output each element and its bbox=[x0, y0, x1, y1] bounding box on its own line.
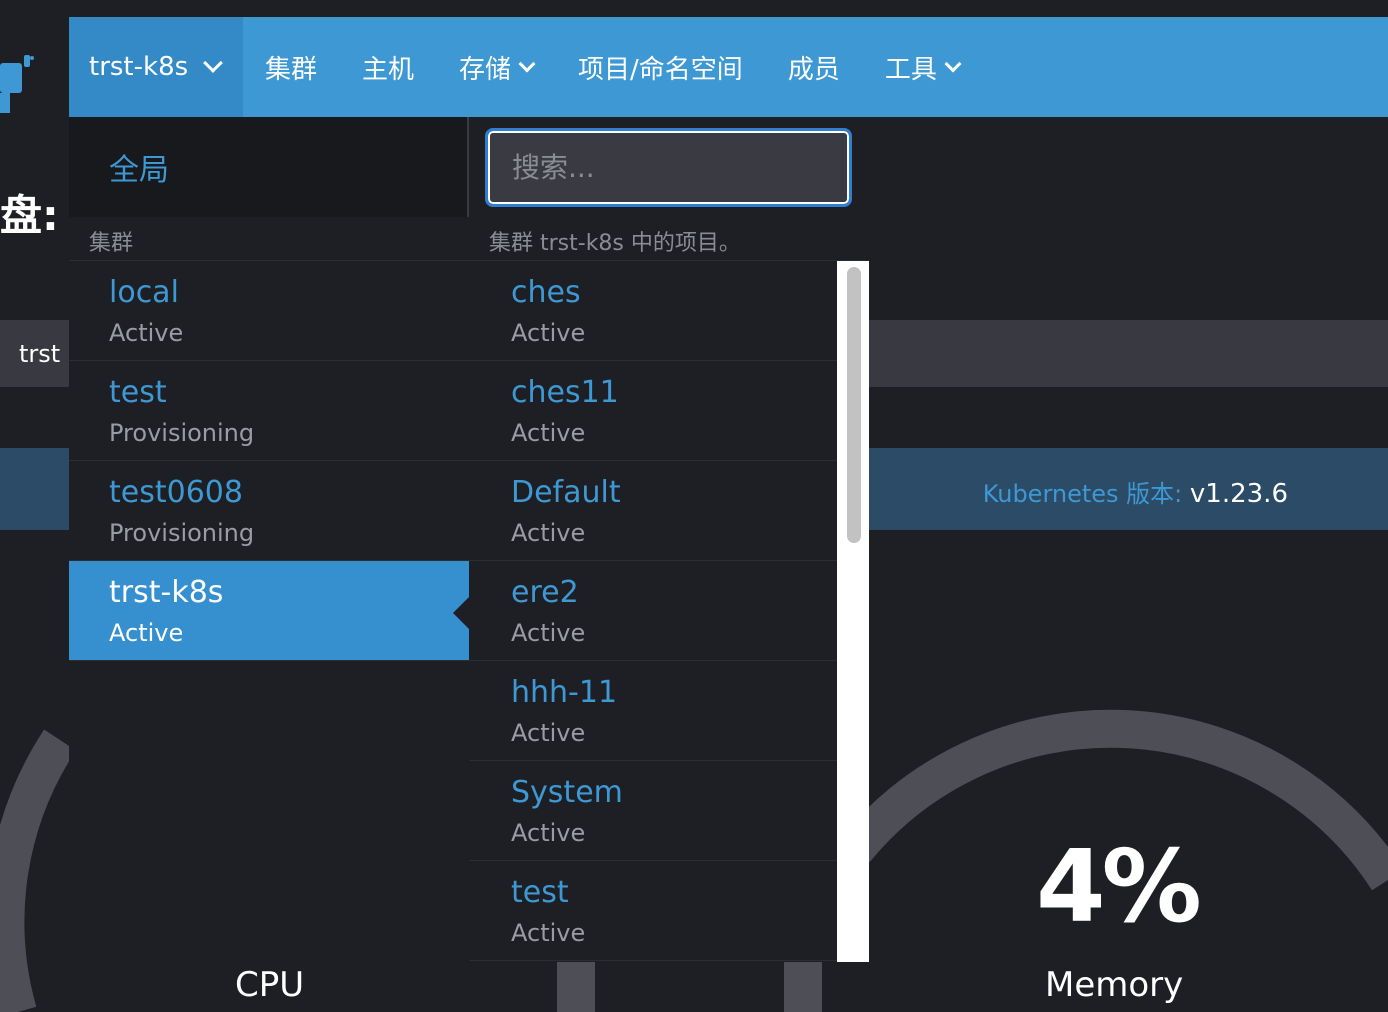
cpu-gauge-arc bbox=[0, 729, 76, 1012]
project-state: Active bbox=[511, 519, 586, 547]
project-item-3[interactable]: ere2 Active bbox=[469, 561, 837, 661]
project-name: ches11 bbox=[511, 375, 619, 410]
scrollbar-thumb[interactable] bbox=[847, 267, 861, 543]
cluster-name: test0608 bbox=[109, 475, 243, 510]
project-name: test bbox=[511, 875, 569, 910]
cpu-label: CPU bbox=[235, 965, 305, 1005]
cluster-state: Provisioning bbox=[109, 419, 255, 447]
cluster-item-3[interactable]: trst-k8s Active bbox=[69, 561, 469, 661]
dropdown-subheader: 集群 集群 trst-k8s 中的项目。 bbox=[69, 217, 869, 261]
cluster-item-2[interactable]: test0608 Provisioning bbox=[69, 461, 469, 561]
project-list: ches Active ches11 Active Default Active ere2 A… bbox=[469, 261, 837, 962]
project-item-1[interactable]: ches11 Active bbox=[469, 361, 837, 461]
project-state: Active bbox=[511, 719, 586, 747]
project-name: System bbox=[511, 775, 623, 810]
project-state: Active bbox=[511, 919, 586, 947]
project-state: Active bbox=[511, 819, 586, 847]
clusters-header: 集群 bbox=[89, 231, 134, 256]
cluster-state: Provisioning bbox=[109, 519, 255, 547]
project-list-scrollbar[interactable] bbox=[837, 261, 869, 962]
cluster-name: trst-k8s bbox=[109, 575, 224, 610]
project-state: Active bbox=[511, 319, 586, 347]
project-state: Active bbox=[511, 419, 586, 447]
project-item-4[interactable]: hhh-11 Active bbox=[469, 661, 837, 761]
cluster-name: test bbox=[109, 375, 167, 410]
project-item-5[interactable]: System Active bbox=[469, 761, 837, 861]
cluster-item-1[interactable]: test Provisioning bbox=[69, 361, 469, 461]
project-item-2[interactable]: Default Active bbox=[469, 461, 837, 561]
cluster-name: local bbox=[109, 275, 179, 310]
cluster-project-dropdown: 全局 集群 集群 trst-k8s 中的项目。 local Active test P… bbox=[69, 117, 869, 962]
project-name: ere2 bbox=[511, 575, 579, 610]
cluster-list: local Active test Provisioning test0608 Provi… bbox=[69, 261, 469, 661]
memory-percent: 4% bbox=[1036, 828, 1202, 945]
cluster-state: Active bbox=[109, 619, 184, 647]
project-state: Active bbox=[511, 619, 586, 647]
project-name: Default bbox=[511, 475, 621, 510]
search-container bbox=[469, 117, 869, 217]
project-name: hhh-11 bbox=[511, 675, 618, 710]
global-link[interactable]: 全局 bbox=[69, 117, 467, 217]
cluster-state: Active bbox=[109, 319, 184, 347]
project-item-0[interactable]: ches Active bbox=[469, 261, 837, 361]
search-input[interactable] bbox=[485, 128, 852, 207]
cluster-item-0[interactable]: local Active bbox=[69, 261, 469, 361]
projects-header: 集群 trst-k8s 中的项目。 bbox=[489, 231, 741, 256]
project-item-6[interactable]: test Active bbox=[469, 861, 837, 961]
project-name: ches bbox=[511, 275, 581, 310]
memory-label: Memory bbox=[1045, 965, 1184, 1005]
